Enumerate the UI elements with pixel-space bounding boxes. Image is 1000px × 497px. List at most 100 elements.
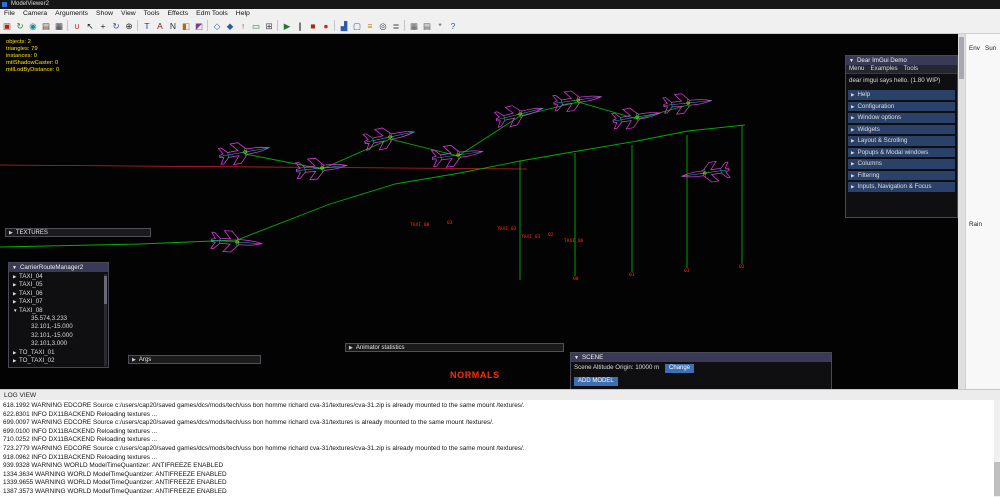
aircraft-wireframe xyxy=(552,86,603,114)
route-waypoint-label: 02 xyxy=(739,264,745,270)
paint-icon[interactable]: ◧ xyxy=(180,20,192,32)
menu-tools[interactable]: Tools xyxy=(140,9,164,19)
imgui-menu-examples[interactable]: Examples xyxy=(870,65,897,72)
rotate-tool-icon[interactable]: ↻ xyxy=(110,20,122,32)
help-icon[interactable]: ? xyxy=(447,20,459,32)
menu-effects[interactable]: Effects xyxy=(164,9,193,19)
imgui-header-columns[interactable]: ▶ Columns xyxy=(848,159,955,169)
viewport-3d[interactable]: TAXI_08 03 TAXI_03 TAXI_01 02 TAXI_06 00 01 03 02… xyxy=(0,34,958,390)
bounding-box-icon[interactable]: ▭ xyxy=(250,20,262,32)
scale-tool-icon[interactable]: ⊕ xyxy=(123,20,135,32)
text-labels-icon[interactable]: T xyxy=(141,20,153,32)
chevron-right-icon: ▶ xyxy=(851,103,855,109)
textures-panel-collapsed[interactable]: ▶ TEXTURES xyxy=(5,228,151,237)
route-item-35-574-3-233[interactable]: 35.574,3.233 xyxy=(9,315,108,323)
imgui-header-inputs-navigation-focus[interactable]: ▶ Inputs, Navigation & Focus xyxy=(848,182,955,192)
viewport-right-scrollbar[interactable] xyxy=(958,34,965,390)
imgui-demo-titlebar[interactable]: ▼ Dear ImGui Demo xyxy=(846,56,957,65)
args-panel-collapsed[interactable]: ▶ Args xyxy=(128,355,261,364)
palette-icon[interactable]: ◩ xyxy=(193,20,205,32)
scene-window: ▼ SCENE Scene Altitude Origin: 10000 m Ch… xyxy=(570,352,832,390)
carrier-route-manager-titlebar[interactable]: ▼ CarrierRouteManager2 xyxy=(9,263,108,272)
route-item-taxi-06[interactable]: ▶ TAXI_06 xyxy=(9,290,108,298)
move-tool-icon[interactable]: + xyxy=(97,20,109,32)
menu-view[interactable]: View xyxy=(117,9,140,19)
settings-icon[interactable]: * xyxy=(434,20,446,32)
route-item-32-101-15-000[interactable]: 32.101,-15.000 xyxy=(9,332,108,340)
imgui-header-window-options[interactable]: ▶ Window options xyxy=(848,113,955,123)
log-scrollbar[interactable] xyxy=(994,400,1000,497)
reload-model-icon[interactable]: ↻ xyxy=(14,20,26,32)
route-item-taxi-08[interactable]: ▼ TAXI_08 xyxy=(9,307,108,315)
dock-item-env[interactable]: Env xyxy=(969,45,980,52)
screenshot-icon[interactable]: ▦ xyxy=(53,20,65,32)
stop-animation-icon[interactable]: ■ xyxy=(307,20,319,32)
route-item-32-101-3-000[interactable]: 32.101,3.000 xyxy=(9,340,108,348)
layers-icon[interactable]: ≣ xyxy=(390,20,402,32)
show-normals-icon[interactable]: ↑ xyxy=(237,20,249,32)
imgui-header-widgets[interactable]: ▶ Widgets xyxy=(848,124,955,134)
select-cursor-icon[interactable]: ↖ xyxy=(84,20,96,32)
log-output[interactable]: 618.1992 WARNING EDCORE Source c:/users/… xyxy=(0,400,1000,497)
route-scrollbar[interactable] xyxy=(104,274,107,366)
dock-item-rain[interactable]: Rain xyxy=(969,221,982,228)
collapse-arrow-icon[interactable]: ▼ xyxy=(12,265,17,271)
menu-file[interactable]: File xyxy=(0,9,19,19)
chevron-right-icon: ▶ xyxy=(851,92,855,97)
menu-edm-tools[interactable]: Edm Tools xyxy=(192,9,232,19)
imgui-header-configuration[interactable]: ▶ Configuration xyxy=(848,101,955,111)
route-item-label: TO_TAXI_01 xyxy=(19,348,55,356)
pause-animation-icon[interactable]: ∥ xyxy=(294,20,306,32)
log-view-header[interactable]: LOG VIEW xyxy=(0,389,1000,400)
collapse-arrow-icon[interactable]: ▼ xyxy=(574,355,579,361)
record-icon[interactable]: ● xyxy=(320,20,332,32)
imgui-header-popups-modal-windows[interactable]: ▶ Popups & Modal windows xyxy=(848,147,955,157)
collapse-arrow-icon[interactable]: ▼ xyxy=(849,58,854,64)
monitor-icon[interactable]: ▢ xyxy=(351,20,363,32)
save-icon[interactable]: ▤ xyxy=(40,20,52,32)
route-item-32-101-15-000[interactable]: 32.101,-15.000 xyxy=(9,323,108,331)
recent-files-icon[interactable]: ◉ xyxy=(27,20,39,32)
wireframe-view-icon[interactable]: ◇ xyxy=(211,20,223,32)
dock-item-sun[interactable]: Sun xyxy=(985,45,996,52)
chevron-right-icon[interactable]: ▶ xyxy=(349,345,353,351)
table-view-icon[interactable]: ▦ xyxy=(408,20,420,32)
route-waypoint-label: TAXI_01 xyxy=(521,234,541,240)
database-icon[interactable]: ≡ xyxy=(364,20,376,32)
imgui-header-filtering[interactable]: ▶ Filtering xyxy=(848,170,955,180)
chevron-right-icon[interactable]: ▶ xyxy=(132,357,136,363)
route-item-taxi-07[interactable]: ▶ TAXI_07 xyxy=(9,298,108,306)
open-model-icon[interactable]: ▣ xyxy=(1,20,13,32)
change-altitude-button[interactable]: Change xyxy=(665,364,695,373)
imgui-header-help[interactable]: ▶ Help xyxy=(848,90,955,100)
animator-statistics-panel-collapsed[interactable]: ▶ Animator statistics xyxy=(345,343,564,352)
aircraft-wireframe xyxy=(680,159,731,187)
play-animation-icon[interactable]: ▶ xyxy=(281,20,293,32)
imgui-header-layout-scrolling[interactable]: ▶ Layout & Scrolling xyxy=(848,136,955,146)
film-strip-icon[interactable]: ▤ xyxy=(421,20,433,32)
imgui-menu-tools[interactable]: Tools xyxy=(904,65,918,72)
viewport-right-scrollbar-thumb[interactable] xyxy=(959,37,964,79)
route-item-taxi-04[interactable]: ▶ TAXI_04 xyxy=(9,273,108,281)
route-item-to-taxi-01[interactable]: ▶ TO_TAXI_01 xyxy=(9,349,108,357)
log-scrollbar-thumb[interactable] xyxy=(994,462,1000,496)
magnet-snap-icon[interactable]: ∪ xyxy=(71,20,83,32)
imgui-menu-menu[interactable]: Menu xyxy=(849,65,864,72)
route-scrollbar-thumb[interactable] xyxy=(104,276,107,304)
add-model-button[interactable]: ADD MODEL xyxy=(574,377,618,386)
menu-arguments[interactable]: Arguments xyxy=(51,9,92,19)
menu-help[interactable]: Help xyxy=(232,9,254,19)
show-grid-icon[interactable]: ⊞ xyxy=(263,20,275,32)
node-names-icon[interactable]: N xyxy=(167,20,179,32)
statistics-chart-icon[interactable]: ▟ xyxy=(338,20,350,32)
route-item-taxi-05[interactable]: ▶ TAXI_05 xyxy=(9,281,108,289)
menu-show[interactable]: Show xyxy=(92,9,117,19)
camera-view-icon[interactable]: ◎ xyxy=(377,20,389,32)
scene-titlebar[interactable]: ▼ SCENE xyxy=(571,353,831,362)
carrier-route-manager-title: CarrierRouteManager2 xyxy=(19,264,84,271)
route-item-to-taxi-02[interactable]: ▶ TO_TAXI_02 xyxy=(9,357,108,365)
font-icon[interactable]: A xyxy=(154,20,166,32)
shaded-view-icon[interactable]: ◆ xyxy=(224,20,236,32)
menu-camera[interactable]: Camera xyxy=(19,9,51,19)
chevron-right-icon[interactable]: ▶ xyxy=(9,230,13,236)
